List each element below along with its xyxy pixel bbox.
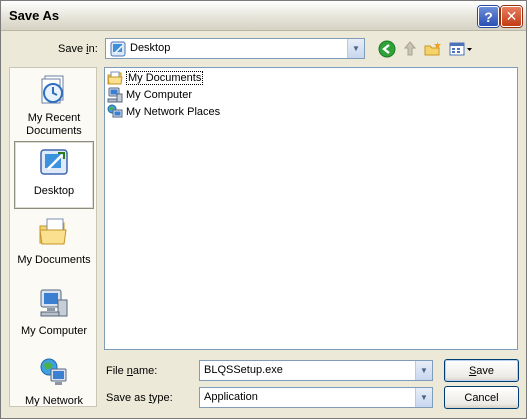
file-name-label: My Documents (126, 71, 204, 85)
place-label: Desktop (33, 185, 75, 197)
save-in-value: Desktop (130, 42, 171, 54)
chevron-down-icon[interactable]: ▼ (347, 39, 364, 58)
place-my-computer[interactable]: My Computer (14, 287, 94, 338)
save-in-label: Save in: (58, 43, 98, 55)
chevron-down-icon[interactable]: ▼ (415, 388, 432, 407)
help-button[interactable]: ? (478, 6, 499, 27)
save-button[interactable]: Save (444, 359, 519, 382)
views-menu-icon (449, 42, 472, 56)
chevron-down-icon[interactable]: ▼ (415, 361, 432, 380)
place-my-recent-documents[interactable]: My Recent Documents (14, 74, 94, 138)
up-folder-icon (403, 41, 417, 56)
save-as-dialog: Save As ? ✕ Save in: Desktop ▼ My Recent… (0, 0, 527, 419)
window-title: Save As (9, 8, 60, 23)
places-bar: My Recent Documents Desktop My Documents… (9, 67, 97, 407)
file-name-value[interactable]: BLQSSetup.exe (204, 364, 283, 376)
desktop-icon (38, 147, 70, 179)
my-computer-icon (107, 87, 123, 103)
up-one-level-button[interactable] (400, 39, 420, 59)
place-my-network[interactable]: My Network (14, 357, 94, 407)
new-folder-icon (424, 41, 441, 56)
back-arrow-icon (378, 40, 396, 58)
cancel-button[interactable]: Cancel (444, 386, 519, 409)
close-icon: ✕ (505, 8, 518, 24)
file-name-label: My Computer (126, 89, 193, 101)
views-menu-button[interactable] (448, 39, 474, 59)
place-label: My Computer (20, 325, 88, 337)
close-button[interactable]: ✕ (501, 6, 522, 27)
help-icon: ? (484, 8, 493, 25)
new-folder-button[interactable] (423, 39, 443, 59)
my-documents-icon (107, 70, 123, 86)
my-network-icon (38, 357, 70, 389)
my-network-places-icon (107, 104, 123, 120)
my-documents-icon (38, 216, 70, 248)
place-label: My Network (24, 395, 84, 407)
place-label: My Recent Documents (26, 112, 82, 137)
save-as-type-label: Save as type: (106, 392, 173, 404)
place-label: My Documents (17, 254, 91, 266)
file-name-label: File name: (106, 365, 158, 377)
my-computer-icon (38, 287, 70, 319)
file-name-field[interactable]: BLQSSetup.exe ▼ (199, 360, 433, 381)
desktop-icon (110, 41, 126, 60)
save-as-type-value: Application (204, 391, 258, 403)
place-my-documents[interactable]: My Documents (14, 216, 94, 267)
back-button[interactable] (377, 39, 397, 59)
file-name-label: My Network Places (126, 106, 221, 118)
list-item[interactable]: My Computer (107, 87, 192, 103)
recent-documents-icon (38, 74, 70, 106)
file-list[interactable]: My Documents My Computer My Network Plac… (104, 67, 518, 350)
list-item[interactable]: My Documents (107, 70, 204, 86)
list-item[interactable]: My Network Places (107, 104, 220, 120)
save-in-dropdown[interactable]: Desktop ▼ (105, 38, 365, 59)
save-as-type-dropdown[interactable]: Application ▼ (199, 387, 433, 408)
title-bar[interactable]: Save As ? ✕ (1, 1, 526, 31)
place-desktop[interactable]: Desktop (14, 141, 94, 209)
